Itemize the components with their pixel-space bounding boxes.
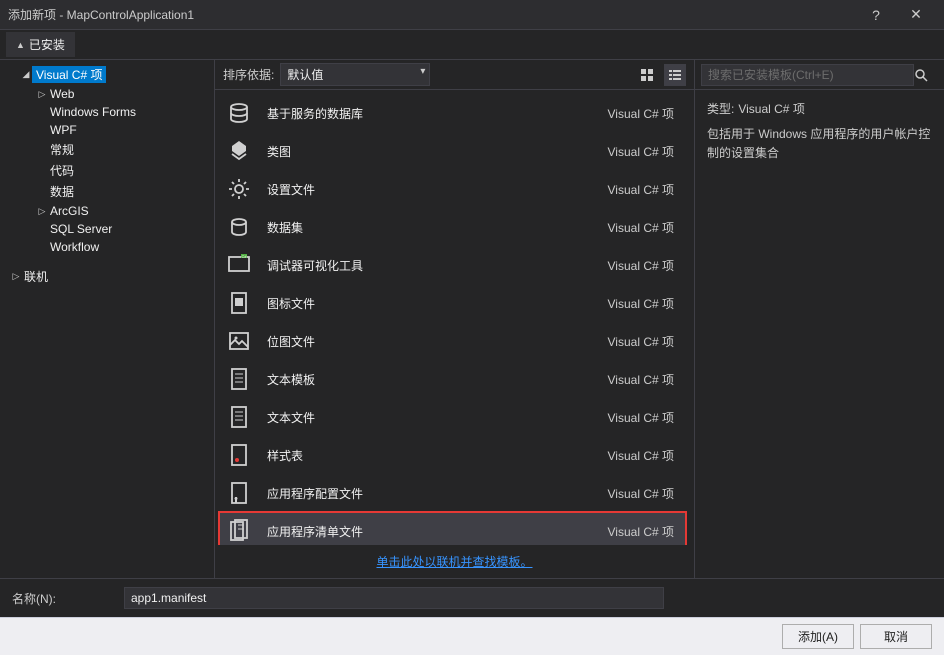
type-value: Visual C# 项 [738, 100, 804, 119]
visualizer-icon: C# [223, 249, 255, 281]
template-row[interactable]: 设置文件 Visual C# 项 [219, 170, 686, 208]
tree-item-general[interactable]: 常规 [0, 139, 214, 160]
database-icon [223, 97, 255, 129]
view-list-button[interactable] [664, 64, 686, 86]
text-template-icon [223, 363, 255, 395]
titlebar: 添加新项 - MapControlApplication1 ? ✕ [0, 0, 944, 30]
close-button[interactable]: ✕ [896, 0, 936, 30]
template-row[interactable]: 数据集 Visual C# 项 [219, 208, 686, 246]
template-row[interactable]: 样式表 Visual C# 项 [219, 436, 686, 474]
type-label: 类型: [707, 100, 734, 119]
chevron-right-icon: ▷ [36, 89, 48, 100]
chevron-down-icon: ▲ [16, 40, 25, 50]
sort-label: 排序依据: [223, 66, 274, 83]
search-icon[interactable] [914, 68, 938, 82]
template-list[interactable]: 基于服务的数据库Visual C# 项类图Visual C# 项设置文件Visu… [215, 90, 694, 545]
tree-item-data[interactable]: 数据 [0, 181, 214, 202]
top-tabs: ▲ 已安装 [0, 30, 944, 60]
dialog-footer: 添加(A) 取消 [0, 617, 944, 655]
search-input[interactable] [701, 64, 914, 86]
template-language: Visual C# 项 [608, 219, 678, 236]
template-name: 类图 [267, 143, 596, 160]
template-description: 类型: Visual C# 项 包括用于 Windows 应用程序的用户帐户控制… [695, 90, 944, 174]
template-name: 文本文件 [267, 409, 596, 426]
add-button[interactable]: 添加(A) [782, 624, 854, 649]
stylesheet-icon [223, 439, 255, 471]
svg-text:C#: C# [241, 254, 247, 259]
tree-item-code[interactable]: 代码 [0, 160, 214, 181]
template-name: 基于服务的数据库 [267, 105, 596, 122]
bitmap-icon [223, 325, 255, 357]
category-tree: ◢ Visual C# 项 ▷Web Windows Forms WPF 常规 … [0, 60, 215, 578]
template-name: 样式表 [267, 447, 596, 464]
template-language: Visual C# 项 [608, 181, 678, 198]
manifest-icon [223, 515, 255, 545]
dataset-icon [223, 211, 255, 243]
template-name: 数据集 [267, 219, 596, 236]
online-search-link[interactable]: 单击此处以联机并查找模板。 [376, 555, 532, 569]
tab-installed[interactable]: ▲ 已安装 [6, 32, 75, 57]
gear-icon [223, 173, 255, 205]
template-row[interactable]: 类图 Visual C# 项 [219, 132, 686, 170]
template-name: 应用程序配置文件 [267, 485, 596, 502]
chevron-right-icon: ▷ [10, 271, 22, 282]
template-language: Visual C# 项 [608, 295, 678, 312]
help-button[interactable]: ? [856, 0, 896, 30]
description-body: 包括用于 Windows 应用程序的用户帐户控制的设置集合 [707, 125, 932, 163]
sort-dropdown[interactable]: 默认值 [280, 63, 430, 86]
chevron-right-icon: ▷ [36, 206, 48, 217]
template-name: 设置文件 [267, 181, 596, 198]
online-search-link-row: 单击此处以联机并查找模板。 [215, 545, 694, 578]
name-row: 名称(N): [0, 578, 944, 617]
template-name: 应用程序清单文件 [267, 523, 596, 540]
template-row[interactable]: 文本文件 Visual C# 项 [219, 398, 686, 436]
tree-item-web[interactable]: ▷Web [0, 85, 214, 103]
template-language: Visual C# 项 [608, 371, 678, 388]
text-file-icon [223, 401, 255, 433]
tree-item-arcgis[interactable]: ▷ArcGIS [0, 202, 214, 220]
chevron-down-icon: ◢ [20, 69, 32, 80]
template-row[interactable]: C# 调试器可视化工具 Visual C# 项 [219, 246, 686, 284]
tree-item-workflow[interactable]: Workflow [0, 238, 214, 256]
tab-label: 已安装 [29, 36, 65, 53]
template-row[interactable]: 文本模板 Visual C# 项 [219, 360, 686, 398]
template-row[interactable]: 位图文件 Visual C# 项 [219, 322, 686, 360]
template-name: 图标文件 [267, 295, 596, 312]
template-name: 位图文件 [267, 333, 596, 350]
name-label: 名称(N): [12, 590, 112, 607]
cancel-button[interactable]: 取消 [860, 624, 932, 649]
search-row [695, 60, 944, 90]
template-language: Visual C# 项 [608, 257, 678, 274]
config-icon [223, 477, 255, 509]
icon-file-icon [223, 287, 255, 319]
template-name: 文本模板 [267, 371, 596, 388]
tree-item-visual-csharp[interactable]: ◢ Visual C# 项 [0, 64, 214, 85]
template-language: Visual C# 项 [608, 105, 678, 122]
window-title: 添加新项 - MapControlApplication1 [8, 6, 856, 23]
name-input[interactable] [124, 587, 664, 609]
tree-item-wpf[interactable]: WPF [0, 121, 214, 139]
class-diagram-icon [223, 135, 255, 167]
template-name: 调试器可视化工具 [267, 257, 596, 274]
tree-item-windows-forms[interactable]: Windows Forms [0, 103, 214, 121]
template-language: Visual C# 项 [608, 333, 678, 350]
template-language: Visual C# 项 [608, 447, 678, 464]
template-row[interactable]: 应用程序配置文件 Visual C# 项 [219, 474, 686, 512]
view-small-icons-button[interactable] [636, 64, 658, 86]
template-language: Visual C# 项 [608, 143, 678, 160]
tree-item-sql-server[interactable]: SQL Server [0, 220, 214, 238]
template-row[interactable]: 基于服务的数据库 Visual C# 项 [219, 94, 686, 132]
template-language: Visual C# 项 [608, 523, 678, 540]
template-row[interactable]: 应用程序清单文件 Visual C# 项 [219, 512, 686, 545]
template-toolbar: 排序依据: 默认值 [215, 60, 694, 90]
template-language: Visual C# 项 [608, 409, 678, 426]
template-row[interactable]: 图标文件 Visual C# 项 [219, 284, 686, 322]
template-language: Visual C# 项 [608, 485, 678, 502]
tree-item-online[interactable]: ▷联机 [6, 266, 214, 287]
